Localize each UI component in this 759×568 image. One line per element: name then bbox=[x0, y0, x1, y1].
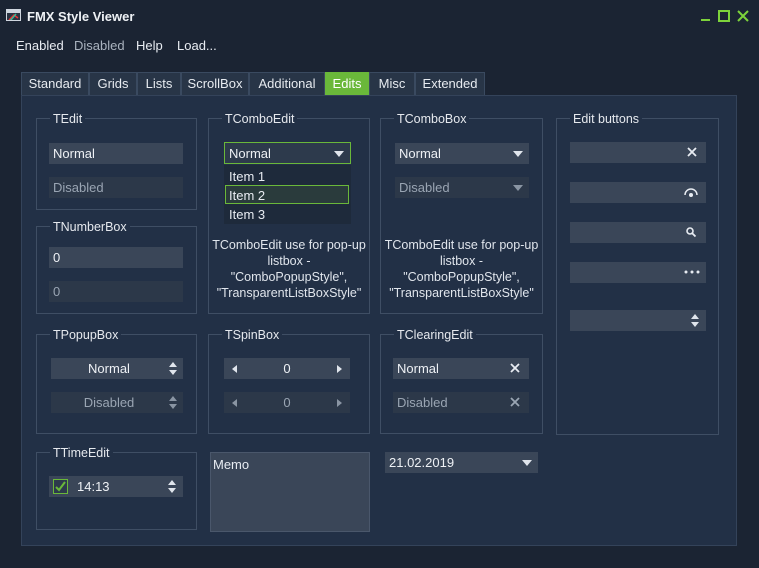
tab-additional[interactable]: Additional bbox=[249, 72, 325, 95]
date-edit[interactable]: 21.02.2019 bbox=[385, 452, 538, 473]
dropdown-item-2[interactable]: Item 2 bbox=[229, 188, 265, 203]
tpopupbox-group-label: TPopupBox bbox=[50, 328, 122, 342]
spin-up-icon[interactable] bbox=[691, 314, 699, 319]
tcomboedit-group-label: TComboEdit bbox=[222, 112, 298, 126]
menu-load[interactable]: Load... bbox=[177, 38, 217, 53]
spin-left-icon bbox=[232, 399, 237, 407]
app-icon bbox=[6, 9, 21, 21]
tclearingedit-group-label: TClearingEdit bbox=[394, 328, 476, 342]
menu-enabled[interactable]: Enabled bbox=[16, 38, 64, 53]
eye-icon[interactable] bbox=[683, 186, 699, 201]
spin-down-icon[interactable] bbox=[168, 488, 176, 493]
tedit-normal-input[interactable]: Normal bbox=[49, 143, 183, 164]
ttimeedit-checkbox[interactable] bbox=[53, 479, 68, 494]
tab-grids[interactable]: Grids bbox=[89, 72, 137, 95]
spin-left-icon[interactable] bbox=[232, 365, 237, 373]
tpopupbox-group bbox=[36, 334, 197, 434]
spin-down-icon bbox=[169, 404, 177, 409]
chevron-down-icon[interactable] bbox=[334, 151, 344, 157]
clear-icon[interactable] bbox=[686, 146, 698, 161]
tnumberbox-group-label: TNumberBox bbox=[50, 220, 130, 234]
ttimeedit-input[interactable]: 14:13 bbox=[49, 476, 183, 497]
chevron-down-icon bbox=[513, 151, 523, 157]
tspinbox-input[interactable]: 0 bbox=[224, 358, 350, 379]
spin-down-icon bbox=[169, 370, 177, 375]
tpopupbox-normal[interactable]: Normal bbox=[51, 358, 183, 379]
tab-misc[interactable]: Misc bbox=[369, 72, 415, 95]
menu-disabled[interactable]: Disabled bbox=[74, 38, 125, 53]
tnumberbox-input[interactable]: 0 bbox=[49, 247, 183, 268]
tab-edits[interactable]: Edits bbox=[325, 72, 369, 95]
dropdown-item-3[interactable]: Item 3 bbox=[229, 207, 265, 222]
tnumberbox-disabled-input[interactable]: 0 bbox=[49, 281, 183, 302]
tclearingedit-group bbox=[380, 334, 543, 434]
tab-scrollbox[interactable]: ScrollBox bbox=[181, 72, 249, 95]
clear-icon[interactable] bbox=[509, 362, 521, 377]
tcombobox-normal[interactable]: Normal bbox=[395, 143, 529, 164]
tpopupbox-disabled[interactable]: Disabled bbox=[51, 392, 183, 413]
window-title: FMX Style Viewer bbox=[27, 9, 135, 24]
spin-right-icon[interactable] bbox=[337, 365, 342, 373]
maximize-button[interactable] bbox=[716, 8, 732, 24]
ellipsis-icon[interactable] bbox=[683, 266, 701, 281]
spin-right-icon bbox=[337, 399, 342, 407]
check-icon bbox=[55, 481, 66, 492]
ttimeedit-group-label: TTimeEdit bbox=[50, 446, 113, 460]
tcombobox-disabled[interactable]: Disabled bbox=[395, 177, 529, 198]
clear-icon bbox=[509, 396, 521, 411]
tcomboedit-description: TComboEdit use for pop-up listbox - "Com… bbox=[212, 238, 366, 300]
tspinbox-disabled-input[interactable]: 0 bbox=[224, 392, 350, 413]
spin-up-icon bbox=[169, 362, 177, 367]
tab-lists[interactable]: Lists bbox=[137, 72, 181, 95]
minimize-button[interactable] bbox=[698, 8, 714, 24]
tcomboedit-value: Normal bbox=[229, 146, 271, 161]
spin-up-icon bbox=[169, 396, 177, 401]
tedit-disabled-input[interactable]: Disabled bbox=[49, 177, 183, 198]
tcombobox-description: TComboEdit use for pop-up listbox - "Com… bbox=[384, 238, 539, 300]
chevron-down-icon bbox=[513, 185, 523, 191]
tcombobox-group-label: TComboBox bbox=[394, 112, 470, 126]
menu-help[interactable]: Help bbox=[136, 38, 163, 53]
tcomboedit-input[interactable]: Normal bbox=[224, 142, 351, 164]
tab-extended[interactable]: Extended bbox=[415, 72, 485, 95]
tedit-group-label: TEdit bbox=[50, 112, 86, 126]
close-button[interactable] bbox=[735, 8, 751, 24]
search-icon[interactable] bbox=[685, 226, 697, 241]
spin-down-icon[interactable] bbox=[691, 322, 699, 327]
memo[interactable]: Memo bbox=[210, 452, 370, 532]
dropdown-item-1[interactable]: Item 1 bbox=[229, 169, 265, 184]
chevron-down-icon[interactable] bbox=[522, 460, 532, 466]
tab-standard[interactable]: Standard bbox=[21, 72, 89, 95]
tspinbox-group bbox=[208, 334, 370, 434]
spin-up-icon[interactable] bbox=[168, 480, 176, 485]
spin-edit[interactable] bbox=[570, 310, 706, 331]
edit-buttons-group-label: Edit buttons bbox=[570, 112, 643, 126]
memo-text: Memo bbox=[213, 457, 250, 472]
tspinbox-group-label: TSpinBox bbox=[222, 328, 283, 342]
